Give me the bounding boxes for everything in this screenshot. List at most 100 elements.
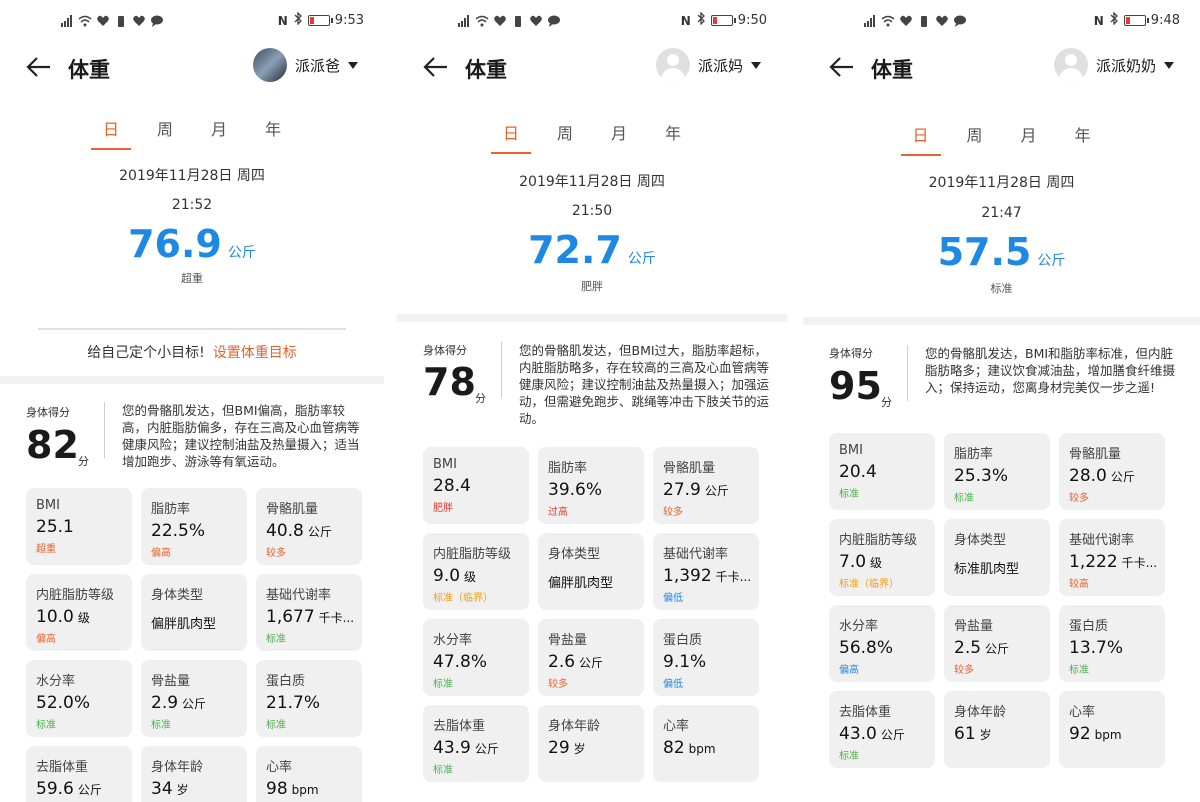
metric-card[interactable]: 水分率 47.8% 标准	[423, 619, 529, 696]
back-arrow-icon[interactable]	[423, 56, 449, 78]
metric-card[interactable]: 骨盐量 2.6 公斤 较多	[538, 619, 644, 696]
metric-unit: 千卡...	[1121, 556, 1157, 570]
tab-day[interactable]: 日	[491, 120, 531, 154]
metric-number: 59.6	[36, 779, 74, 799]
metric-label: 水分率	[839, 619, 879, 634]
user-name: 派派爸	[294, 56, 340, 75]
metric-number: 47.8%	[433, 652, 488, 672]
bluetooth-icon	[1109, 11, 1119, 29]
metric-card[interactable]: 身体年龄 29 岁	[538, 705, 644, 782]
metric-value: 2.5 公斤	[954, 638, 1042, 658]
metric-status: 较多	[1069, 493, 1089, 504]
weight-readout: 76.9 公斤	[0, 222, 384, 266]
metric-card[interactable]: 骨骼肌量 28.0 公斤 较多	[1059, 433, 1165, 510]
weight-status: 肥胖	[581, 280, 603, 293]
metric-card[interactable]: 身体类型 标准肌肉型	[944, 519, 1050, 596]
metric-unit: bpm	[1094, 728, 1122, 742]
metric-unit: 公斤	[182, 697, 207, 711]
metric-card[interactable]: 去脂体重 43.9 公斤 标准	[423, 705, 529, 782]
tab-year[interactable]: 年	[661, 120, 685, 154]
metric-card[interactable]: 蛋白质 9.1% 偏低	[653, 619, 759, 696]
metric-card[interactable]: 骨骼肌量 40.8 公斤 较多	[256, 488, 362, 565]
metric-value: 20.4	[839, 462, 927, 482]
tab-week[interactable]: 周	[153, 116, 177, 150]
metrics-grid: BMI 20.4 标准 脂肪率 25.3% 标准 骨骼肌量 28.0 公斤 较多 内脏脂肪等级 7.0…	[829, 433, 1165, 768]
health-icon	[132, 13, 146, 32]
user-switcher[interactable]: 派派妈	[655, 48, 761, 82]
metric-card[interactable]: 身体类型 偏胖肌肉型	[141, 574, 247, 651]
avatar	[655, 48, 690, 82]
page-title: 体重	[68, 58, 110, 82]
metric-unit: 级	[464, 570, 477, 584]
tab-week[interactable]: 周	[553, 120, 577, 154]
nfc-icon: N	[1093, 13, 1104, 28]
user-switcher[interactable]: 派派奶奶	[1053, 48, 1174, 82]
metric-card[interactable]: 身体年龄 34 岁	[141, 746, 247, 802]
chevron-down-icon	[1164, 61, 1174, 69]
metric-card[interactable]: 内脏脂肪等级 9.0 级标准（临界）	[423, 533, 529, 610]
metric-number: 1,392	[663, 566, 712, 586]
metric-label: 内脏脂肪等级	[433, 547, 512, 562]
tab-month[interactable]: 月	[607, 120, 631, 154]
metric-card[interactable]: 骨盐量 2.9 公斤 标准	[141, 660, 247, 737]
metric-unit: 公斤	[474, 742, 499, 756]
metric-card[interactable]: 骨骼肌量 27.9 公斤 较多	[653, 447, 759, 524]
back-arrow-icon[interactable]	[26, 56, 52, 78]
metric-label: 内脏脂肪等级	[839, 533, 918, 548]
metric-unit: 公斤	[1110, 470, 1135, 484]
goal-prompt: 给自己定个小目标! 设置体重目标	[0, 342, 384, 362]
metric-card[interactable]: 骨盐量 2.5 公斤 较多	[944, 605, 1050, 682]
set-weight-goal-link[interactable]: 设置体重目标	[213, 345, 297, 361]
metric-unit: 级	[870, 556, 883, 570]
body-score: 82	[26, 423, 79, 467]
metric-card[interactable]: 内脏脂肪等级 7.0 级标准（临界）	[829, 519, 935, 596]
status-icons-left	[457, 13, 561, 32]
metric-number: 25.1	[36, 517, 74, 537]
metric-value: 标准肌肉型	[954, 558, 1042, 577]
metrics-grid: BMI 28.4 肥胖 脂肪率 39.6% 过高 骨骼肌量 27.9 公斤 较多内脏脂肪等级 9.0…	[423, 447, 759, 782]
measurement-date: 2019年11月28日 周四	[928, 175, 1075, 191]
metric-card[interactable]: 身体年龄 61 岁	[944, 691, 1050, 768]
nfc-icon: N	[277, 13, 288, 28]
metric-number: 34	[151, 779, 173, 799]
metric-card[interactable]: 去脂体重 43.0 公斤 标准	[829, 691, 935, 768]
metric-card[interactable]: 心率 92 bpm	[1059, 691, 1165, 768]
metric-card[interactable]: 去脂体重59.6公斤标准	[26, 746, 132, 802]
metric-unit: 千卡...	[318, 611, 354, 625]
metric-card[interactable]: 身体类型 偏胖肌肉型	[538, 533, 644, 610]
tab-year[interactable]: 年	[261, 116, 285, 150]
weight-value: 72.7	[528, 228, 622, 272]
divider	[38, 328, 346, 330]
metric-card[interactable]: 脂肪率 39.6% 过高	[538, 447, 644, 524]
metric-card[interactable]: 内脏脂肪等级 10.0 级偏高	[26, 574, 132, 651]
metric-card[interactable]: 脂肪率 25.3% 标准	[944, 433, 1050, 510]
metric-status: 偏低	[663, 593, 683, 604]
tab-month[interactable]: 月	[207, 116, 231, 150]
metric-card[interactable]: 水分率 56.8% 偏高	[829, 605, 935, 682]
period-tabs: 日周月年	[0, 116, 384, 150]
battery-level	[1125, 17, 1130, 24]
user-switcher[interactable]: 派派爸	[252, 48, 358, 82]
metric-card[interactable]: 心率 98 bpm	[256, 746, 362, 802]
battery-icon	[710, 15, 736, 26]
tab-month[interactable]: 月	[1017, 122, 1041, 156]
metric-card[interactable]: BMI 25.1 超重	[26, 488, 132, 565]
avatar-head	[1064, 54, 1077, 66]
metric-card[interactable]: 心率 82 bpm	[653, 705, 759, 782]
metric-card[interactable]: 水分率 52.0% 标准	[26, 660, 132, 737]
metric-card[interactable]: BMI 20.4 标准	[829, 433, 935, 510]
avatar-body	[660, 68, 685, 82]
tab-week[interactable]: 周	[963, 122, 987, 156]
back-arrow-icon[interactable]	[829, 56, 855, 78]
tab-day[interactable]: 日	[91, 116, 131, 150]
tab-year[interactable]: 年	[1071, 122, 1095, 156]
tab-day[interactable]: 日	[900, 122, 941, 156]
metric-card[interactable]: 脂肪率 22.5% 偏高	[141, 488, 247, 565]
metric-card[interactable]: 基础代谢率 1,677 千卡... 标准	[256, 574, 362, 651]
metric-card[interactable]: 蛋白质 21.7% 标准	[256, 660, 362, 737]
metric-card[interactable]: BMI 28.4 肥胖	[423, 447, 529, 524]
metric-card[interactable]: 基础代谢率 1,392 千卡... 偏低	[653, 533, 759, 610]
metric-card[interactable]: 蛋白质 13.7% 标准	[1059, 605, 1165, 682]
metric-card[interactable]: 基础代谢率 1,222 千卡... 较高	[1059, 519, 1165, 596]
battery-level	[712, 17, 717, 24]
